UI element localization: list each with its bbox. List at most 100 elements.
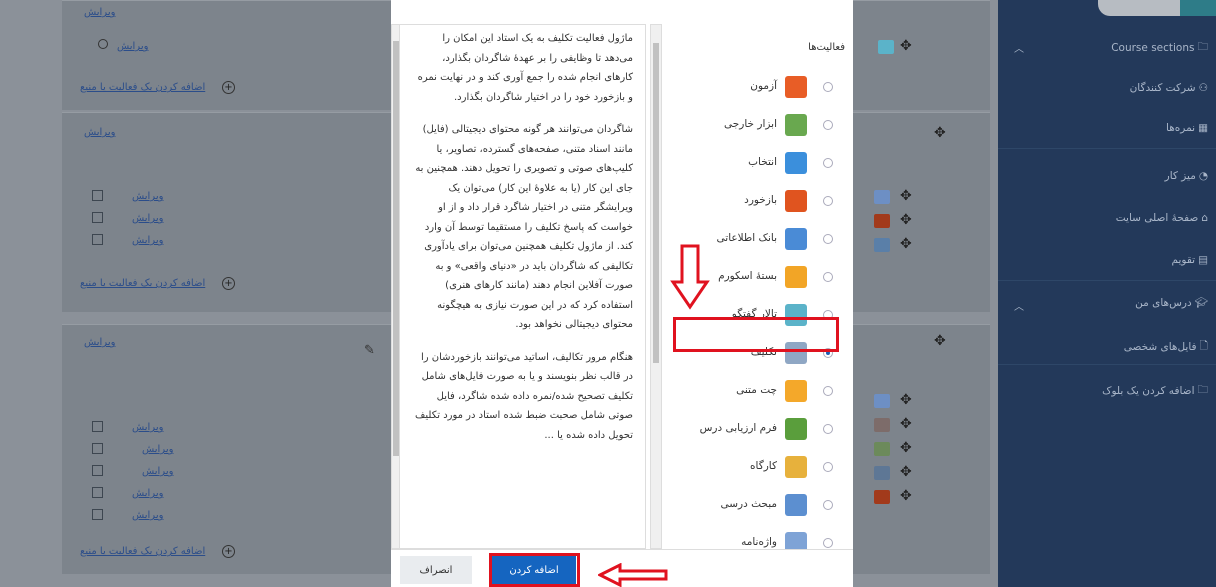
edit-link[interactable]: ویرایش xyxy=(132,235,163,246)
move-icon[interactable]: ✥ xyxy=(900,236,912,252)
edit-link[interactable]: ویرایش xyxy=(142,466,173,477)
chevron-up-icon[interactable]: ︿ xyxy=(1014,298,1024,313)
users-icon: ⚇ xyxy=(1198,82,1208,94)
scrollbar-thumb[interactable] xyxy=(653,43,659,363)
radio-button[interactable] xyxy=(823,386,833,396)
activity-label: واژه‌نامه xyxy=(741,536,777,548)
add-activity-link[interactable]: اضافه کردن یک فعالیت یا منبع xyxy=(80,82,205,93)
move-icon[interactable]: ✥ xyxy=(934,333,946,349)
down-arrow-annotation xyxy=(670,244,710,310)
lesson-icon xyxy=(785,494,807,516)
sidebar-item-grades[interactable]: ▦ نمره‌ها xyxy=(1166,122,1208,134)
radio-button[interactable] xyxy=(823,500,833,510)
sidebar-item-site-home[interactable]: ⌂ صفحهٔ اصلی سایت xyxy=(1116,212,1208,224)
checkbox[interactable] xyxy=(92,443,103,454)
sidebar-item-course-sections[interactable]: 🗀 Course sections xyxy=(1111,39,1208,57)
edit-link[interactable]: ویرایش xyxy=(84,337,115,348)
edit-link[interactable]: ویرایش xyxy=(142,444,173,455)
sidebar-divider xyxy=(998,148,1216,149)
move-icon[interactable]: ✥ xyxy=(900,464,912,480)
chat-icon xyxy=(785,380,807,402)
move-icon[interactable]: ✥ xyxy=(900,440,912,456)
add-circle-icon[interactable]: + xyxy=(222,277,235,290)
scrollbar-thumb[interactable] xyxy=(393,41,399,456)
edit-link[interactable]: ویرایش xyxy=(84,127,115,138)
radio-button[interactable] xyxy=(823,82,833,92)
sidebar-item-add-block[interactable]: 🗀 اضافه کردن یک بلوک xyxy=(1102,382,1208,400)
cancel-button[interactable]: انصراف xyxy=(400,556,472,584)
edit-link[interactable]: ویرایش xyxy=(117,41,148,52)
quiz-icon xyxy=(785,76,807,98)
sidebar-item-private-files[interactable]: 🗋 فایل‌های شخصی xyxy=(1124,338,1208,356)
add-activity-link[interactable]: اضافه کردن یک فعالیت یا منبع xyxy=(80,278,205,289)
move-icon[interactable]: ✥ xyxy=(900,488,912,504)
checkbox[interactable] xyxy=(92,212,103,223)
glossary-icon xyxy=(874,442,890,456)
scrollbar[interactable] xyxy=(650,24,662,549)
radio-button[interactable] xyxy=(823,158,833,168)
calendar-icon: ▤ xyxy=(1198,254,1208,266)
activity-option[interactable]: انتخاب xyxy=(663,146,853,180)
move-icon[interactable]: ✥ xyxy=(900,392,912,408)
chevron-up-icon[interactable]: ︿ xyxy=(1014,40,1024,55)
user-icon xyxy=(98,39,108,49)
radio-button[interactable] xyxy=(823,234,833,244)
activity-option[interactable]: کارگاه xyxy=(663,450,853,484)
activity-option[interactable]: فرم ارزیابی درس xyxy=(663,412,853,446)
checkbox[interactable] xyxy=(92,421,103,432)
grades-icon: ▦ xyxy=(1198,122,1208,134)
activity-option[interactable]: آزمون xyxy=(663,70,853,104)
sidebar-item-dashboard[interactable]: ◔ میز کار xyxy=(1165,170,1208,182)
activity-description: ماژول فعالیت تکلیف به یک استاد این امکان… xyxy=(399,24,646,549)
activity-option[interactable]: واژه‌نامه xyxy=(663,526,853,549)
edit-link[interactable]: ویرایش xyxy=(132,510,163,521)
move-icon[interactable]: ✥ xyxy=(900,416,912,432)
checkbox[interactable] xyxy=(92,509,103,520)
activity-option[interactable]: بازخورد xyxy=(663,184,853,218)
activity-label: انتخاب xyxy=(748,156,777,168)
checkbox[interactable] xyxy=(92,487,103,498)
add-circle-icon[interactable]: + xyxy=(222,81,235,94)
survey-icon xyxy=(785,418,807,440)
activity-label: مبحث درسی xyxy=(720,498,777,510)
sidebar-divider xyxy=(998,364,1216,365)
sidebar-item-my-courses[interactable]: 🎓︎ درس‌های من xyxy=(1135,296,1208,310)
checkbox[interactable] xyxy=(92,465,103,476)
move-icon[interactable]: ✥ xyxy=(900,188,912,204)
avatar[interactable] xyxy=(1098,0,1180,16)
edit-link[interactable]: ویرایش xyxy=(132,213,163,224)
sidebar-item-participants[interactable]: ⚇ شرکت کنندگان xyxy=(1130,82,1208,94)
edit-link[interactable]: ویرایش xyxy=(132,422,163,433)
sidebar-item-calendar[interactable]: ▤ تقویم xyxy=(1172,254,1209,266)
radio-button[interactable] xyxy=(823,272,833,282)
checkbox[interactable] xyxy=(92,190,103,201)
radio-button[interactable] xyxy=(823,120,833,130)
radio-button[interactable] xyxy=(823,462,833,472)
activity-label: بازخورد xyxy=(744,194,777,206)
pencil-icon[interactable]: ✎ xyxy=(364,343,375,358)
forum-icon xyxy=(878,40,894,54)
edit-link[interactable]: ویرایش xyxy=(132,191,163,202)
radio-button[interactable] xyxy=(823,424,833,434)
activity-option[interactable]: مبحث درسی xyxy=(663,488,853,522)
move-icon[interactable]: ✥ xyxy=(900,212,912,228)
activity-label: چت متنی xyxy=(736,384,777,396)
radio-button[interactable] xyxy=(823,196,833,206)
activity-chooser-modal: فعالیت‌ها آزمون ابزار خارجی انتخاب بازخورد ب… xyxy=(391,0,853,587)
scrollbar[interactable] xyxy=(391,24,400,549)
activity-option[interactable]: ابزار خارجی xyxy=(663,108,853,142)
add-activity-link[interactable]: اضافه کردن یک فعالیت یا منبع xyxy=(80,546,205,557)
edit-link[interactable]: ویرایش xyxy=(132,488,163,499)
home-icon: ⌂ xyxy=(1201,212,1208,224)
file-icon: 🗋 xyxy=(1199,340,1208,352)
move-icon[interactable]: ✥ xyxy=(934,125,946,141)
quiz-icon xyxy=(874,238,890,252)
activity-option[interactable]: چت متنی xyxy=(663,374,853,408)
radio-button[interactable] xyxy=(823,538,833,548)
add-circle-icon[interactable]: + xyxy=(222,545,235,558)
edit-link[interactable]: ویرایش xyxy=(84,7,115,18)
move-icon[interactable]: ✥ xyxy=(900,38,912,54)
lesson-icon xyxy=(874,190,890,204)
question-icon xyxy=(785,152,807,174)
checkbox[interactable] xyxy=(92,234,103,245)
